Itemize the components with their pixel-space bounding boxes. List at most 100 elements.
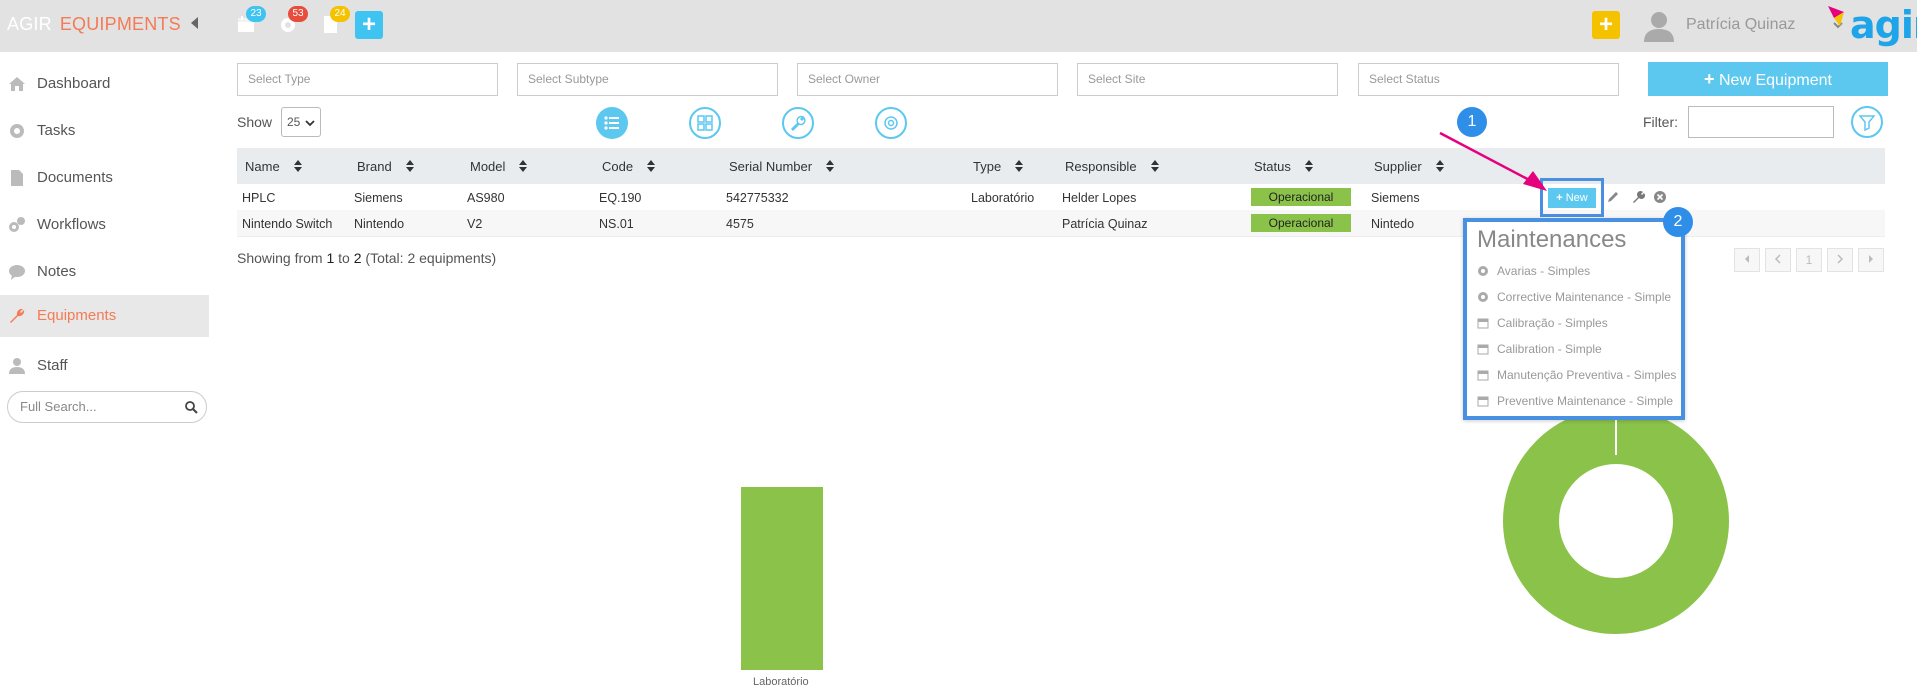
cell-serial: 542775332 [726,191,789,205]
annotation-arrow [1439,131,1547,191]
search-icon[interactable] [184,400,198,414]
last-page-button[interactable] [1858,248,1884,272]
sidebar-item-equipments[interactable]: Equipments [0,295,209,337]
calendar-notifications[interactable]: 23 [236,6,266,38]
chevron-left-icon [1774,254,1781,264]
full-search-input[interactable]: Full Search... [7,391,207,423]
gear-icon [884,116,898,130]
column-label: Brand [357,159,392,174]
subtype-select[interactable]: Select Subtype [517,63,778,96]
maintenance-option[interactable]: Preventive Maintenance - Simple [1477,394,1673,408]
column-header-supplier[interactable]: Supplier [1374,159,1444,174]
cell-responsible: Helder Lopes [1062,191,1137,205]
site-select[interactable]: Select Site [1077,63,1338,96]
column-label: Name [245,159,280,174]
maintenance-option[interactable]: Manutenção Preventiva - Simples [1477,368,1676,382]
grid-view-button[interactable] [689,107,721,139]
sidebar-collapse-icon[interactable] [191,17,198,29]
cell-code: NS.01 [599,217,634,231]
column-header-name[interactable]: Name [245,159,302,174]
page-size-select[interactable]: 25 [281,107,321,137]
sidebar-item-tasks[interactable]: Tasks [0,110,209,152]
column-header-responsible[interactable]: Responsible [1065,159,1159,174]
dropdown-title: Maintenances [1477,226,1627,253]
user-name[interactable]: Patrícia Quinaz [1686,16,1795,34]
edit-icon[interactable] [1606,190,1620,204]
showing-mid: to [334,250,354,266]
owner-select[interactable]: Select Owner [797,63,1058,96]
column-label: Serial Number [729,159,813,174]
sidebar-item-label: Staff [37,357,68,374]
column-label: Supplier [1374,159,1422,174]
column-header-serial-number[interactable]: Serial Number [729,159,835,174]
bar-laboratorio [741,487,823,670]
sidebar-item-documents[interactable]: Documents [0,157,209,199]
column-label: Responsible [1065,159,1137,174]
new-equipment-button[interactable]: + New Equipment [1648,62,1888,96]
column-header-model[interactable]: Model [470,159,528,174]
maintenance-option[interactable]: Avarias - Simples [1477,264,1590,278]
sidebar-item-workflows[interactable]: Workflows [0,204,209,246]
donut-slice-operacional [1503,410,1729,634]
option-label: Avarias - Simples [1497,264,1591,278]
filter-input[interactable] [1688,106,1834,138]
avatar-icon[interactable] [1641,8,1677,44]
first-page-button[interactable] [1734,248,1760,272]
column-header-status[interactable]: Status [1254,159,1313,174]
gears-icon [9,217,25,232]
sidebar: Dashboard Tasks Documents Workflows Note… [0,52,209,699]
page-number-button[interactable]: 1 [1796,248,1822,272]
cell-supplier: Nintedo [1371,217,1415,231]
sort-icon [826,160,835,172]
calendar-icon [1477,344,1489,355]
sort-icon [1304,160,1313,172]
cell-name: Nintendo Switch [242,217,333,231]
grid-icon [697,115,713,131]
maintenance-view-button[interactable] [782,107,814,139]
documents-notifications[interactable]: 24 [320,6,350,38]
maintenance-option[interactable]: Calibration - Simple [1477,342,1602,356]
tasks-badge: 53 [288,6,308,22]
cell-type: Laboratório [971,191,1035,205]
status-badge: Operacional [1251,188,1351,206]
option-label: Manutenção Preventiva - Simples [1497,368,1677,382]
tasks-notifications[interactable]: 53 [278,6,308,38]
status-select[interactable]: Select Status [1358,63,1619,96]
sidebar-item-notes[interactable]: Notes [0,251,209,293]
delete-icon[interactable] [1653,190,1667,204]
calendar-badge: 23 [246,6,266,22]
plus-icon: + [1704,69,1715,89]
add-button[interactable]: + [1592,11,1620,39]
column-header-brand[interactable]: Brand [357,159,414,174]
settings-view-button[interactable] [875,107,907,139]
type-select[interactable]: Select Type [237,63,498,96]
status-badge: Operacional [1251,214,1351,232]
column-header-type[interactable]: Type [973,159,1024,174]
column-header-code[interactable]: Code [602,159,656,174]
advanced-filter-button[interactable] [1851,106,1883,138]
maintenance-option[interactable]: Calibração - Simples [1477,316,1608,330]
prev-page-button[interactable] [1765,248,1791,272]
app-brand[interactable]: AGIR EQUIPMENTS [7,14,181,35]
next-page-button[interactable] [1827,248,1853,272]
sidebar-item-dashboard[interactable]: Dashboard [0,63,209,105]
page-size-value: 25 [287,115,301,129]
chevron-down-icon [305,120,315,127]
cell-responsible: Patrícia Quinaz [1062,217,1148,231]
filter-label: Filter: [1643,114,1678,130]
maintenance-option[interactable]: Corrective Maintenance - Simple [1477,290,1671,304]
sidebar-item-staff[interactable]: Staff [0,345,209,387]
sort-icon [519,160,528,172]
show-label: Show [237,114,273,130]
cell-brand: Siemens [354,191,403,205]
wrench-icon[interactable] [1632,190,1646,204]
quick-add-button[interactable]: + [355,11,383,39]
gear-icon [10,124,24,138]
step-marker-1: 1 [1457,107,1487,137]
wrench-icon [790,115,806,132]
showing-summary: Showing from 1 to 2 (Total: 2 equipments… [237,250,496,266]
new-maintenance-button[interactable]: + New [1548,188,1596,208]
table-header: Name Brand Model Code Serial Number Type… [237,148,1885,184]
gear-icon [1478,292,1488,302]
list-view-button[interactable] [596,107,628,139]
